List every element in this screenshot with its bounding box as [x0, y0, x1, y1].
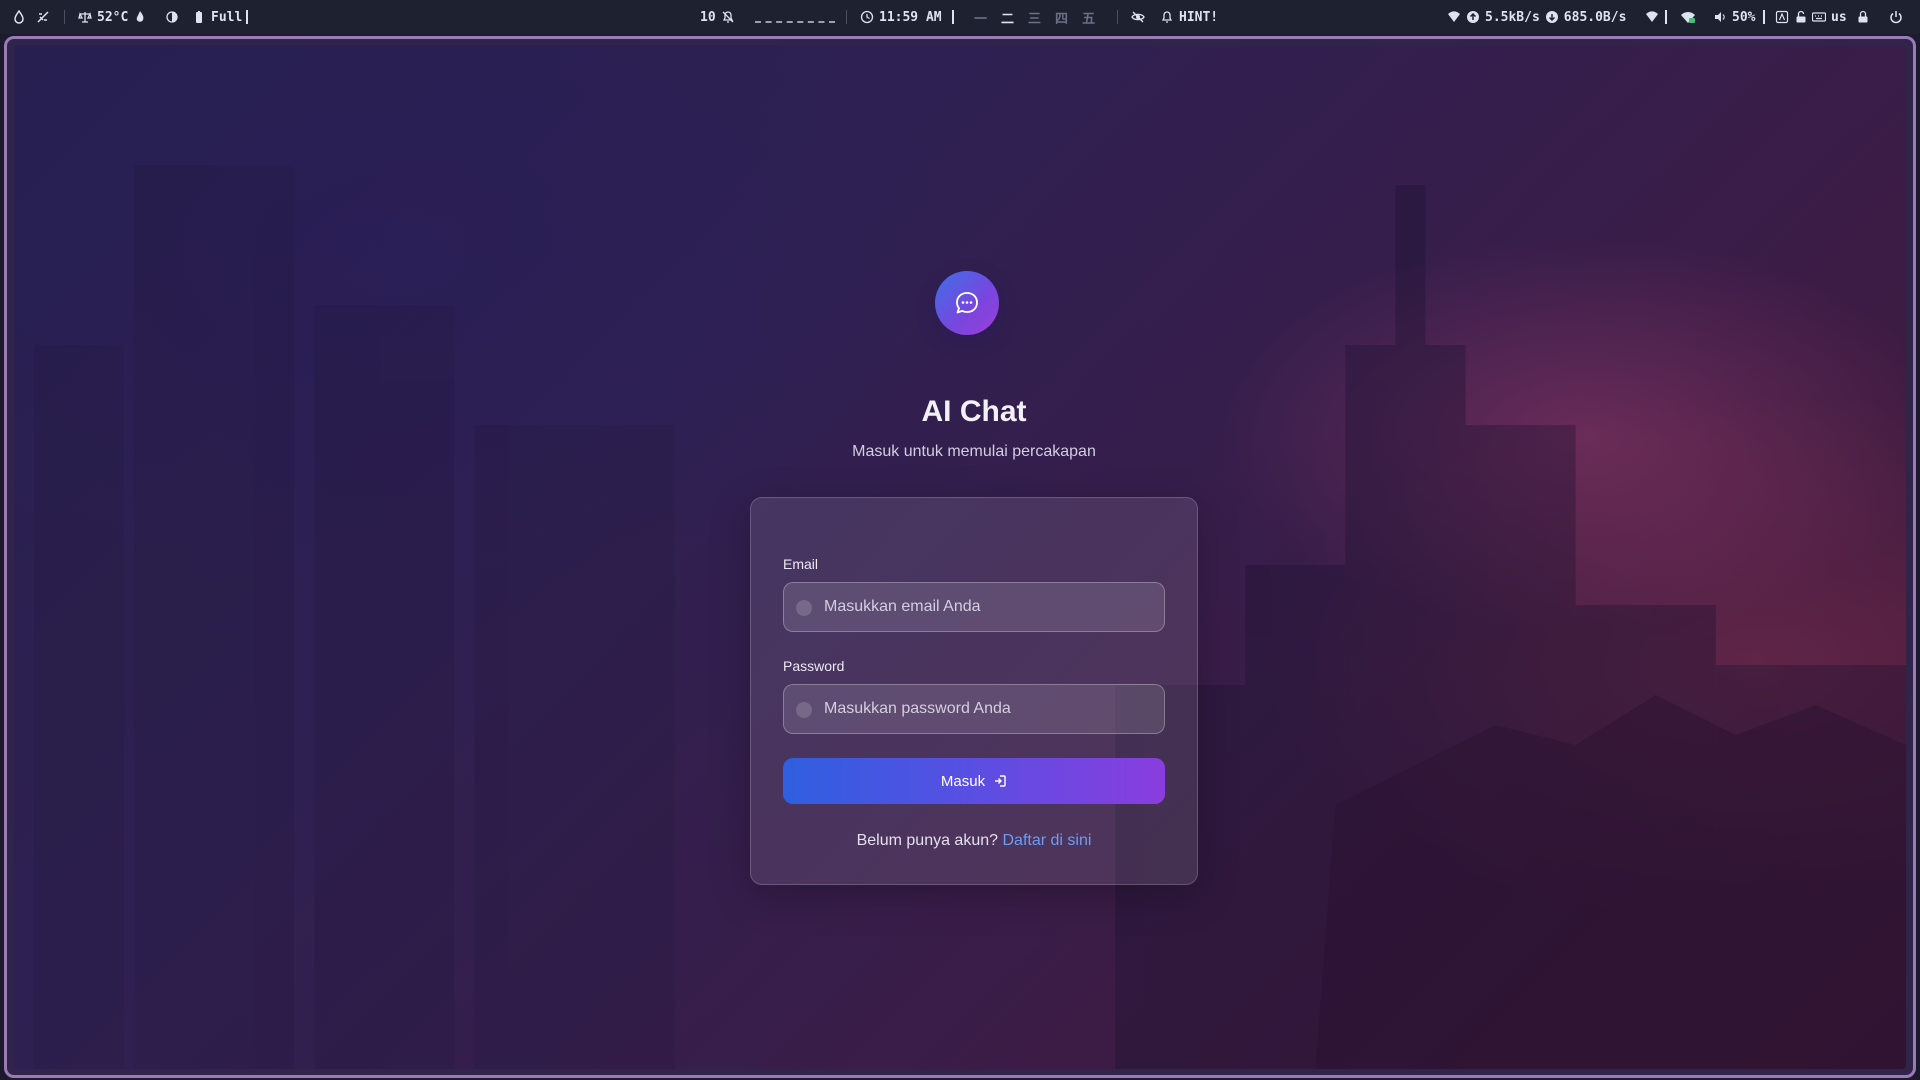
- app-subtitle: Masuk untuk memulai percakapan: [852, 443, 1096, 460]
- speaker-icon: [1715, 12, 1725, 22]
- idle-inhibitor-icon[interactable]: [36, 0, 50, 34]
- network-speed-widget[interactable]: 5.5kB/s 685.0B/s: [1447, 0, 1626, 34]
- wifi-icon: [1448, 11, 1460, 22]
- email-label: Email: [783, 556, 819, 572]
- separator: [846, 10, 847, 24]
- battery-widget[interactable]: Full: [192, 0, 242, 34]
- keyboard-layout-text: us: [1831, 9, 1847, 25]
- contrast-icon[interactable]: [165, 0, 179, 34]
- separator: [1763, 10, 1765, 24]
- battery-icon: [196, 11, 202, 23]
- hint-text: HINT!: [1179, 9, 1219, 25]
- bell-off-icon: [722, 11, 734, 23]
- volume-text: 50%: [1732, 9, 1756, 25]
- upload-speed: 5.5kB/s: [1485, 9, 1540, 25]
- workspace-indicator[interactable]: 10: [700, 0, 735, 34]
- temperature-text: 52°C: [97, 9, 129, 25]
- flame-icon: [137, 11, 144, 22]
- scale-icon: [78, 12, 92, 23]
- lock-field-icon: [796, 702, 812, 718]
- caps-lock-icon: [1775, 10, 1789, 24]
- keyboard-layout-widget[interactable]: us: [1812, 0, 1847, 34]
- clock-text: 11:59 AM: [879, 9, 942, 25]
- layout-glyph-2[interactable]: 二: [1001, 8, 1014, 27]
- volume-widget[interactable]: 50%: [1713, 0, 1755, 34]
- chat-bubble-icon: [956, 292, 978, 314]
- login-card: Email Password Masuk Belum punya akun? D…: [750, 497, 1198, 885]
- layout-glyph-1[interactable]: 一: [974, 8, 987, 27]
- password-field-wrapper[interactable]: [783, 684, 1165, 734]
- hint-widget[interactable]: HINT!: [1160, 0, 1218, 34]
- separator: [246, 10, 248, 24]
- workspace-progress-line: [755, 21, 835, 23]
- network-manager-icon[interactable]: [1680, 0, 1696, 34]
- layout-glyph-row: 一 二 三 四 五: [974, 0, 1095, 34]
- login-arrow-icon: [995, 775, 1006, 787]
- separator: [64, 10, 65, 24]
- unlocked-icon: [1796, 10, 1806, 23]
- email-field[interactable]: [824, 583, 1154, 631]
- register-row: Belum punya akun? Daftar di sini: [751, 832, 1197, 850]
- keyboard-icon: [1812, 12, 1826, 22]
- layout-glyph-5[interactable]: 五: [1082, 8, 1095, 27]
- clock-widget[interactable]: 11:59 AM: [860, 0, 942, 34]
- separator: [1117, 10, 1118, 24]
- browser-window: AI Chat Masuk untuk memulai percakapan E…: [4, 36, 1916, 1078]
- email-icon: [796, 600, 812, 616]
- password-field[interactable]: [824, 685, 1154, 733]
- bell-icon: [1161, 11, 1173, 23]
- password-label: Password: [783, 658, 845, 674]
- download-speed: 685.0B/s: [1563, 9, 1627, 25]
- separator: [952, 10, 954, 24]
- upload-icon: [1467, 11, 1479, 23]
- app-logo: [935, 271, 999, 335]
- download-icon: [1545, 11, 1558, 23]
- clock-icon: [860, 10, 874, 24]
- battery-text: Full: [211, 9, 243, 25]
- layout-glyph-4[interactable]: 四: [1055, 8, 1068, 27]
- temperature-widget[interactable]: 52°C: [78, 0, 147, 34]
- workspace-number: 10: [700, 9, 716, 25]
- register-link[interactable]: Daftar di sini: [1002, 832, 1091, 849]
- lock-icon[interactable]: [1856, 0, 1870, 34]
- status-bar: 52°C Full 10 11:59 AM 一 二 三 四 五 HINT! 5.…: [0, 0, 1920, 34]
- email-field-wrapper[interactable]: [783, 582, 1165, 632]
- separator: [1665, 10, 1667, 24]
- drop-icon[interactable]: [12, 0, 26, 34]
- login-background: AI Chat Masuk untuk memulai percakapan E…: [14, 45, 1906, 1069]
- wifi-status-icon[interactable]: [1645, 0, 1659, 34]
- register-prompt: Belum punya akun?: [856, 832, 999, 849]
- power-icon[interactable]: [1889, 0, 1903, 34]
- keyboard-lock-indicators[interactable]: [1775, 0, 1808, 34]
- app-title: AI Chat: [921, 395, 1027, 428]
- login-button-label: Masuk: [940, 772, 986, 790]
- layout-glyph-3[interactable]: 三: [1028, 8, 1041, 27]
- login-button[interactable]: Masuk: [783, 758, 1165, 804]
- eye-off-icon[interactable]: [1131, 0, 1145, 34]
